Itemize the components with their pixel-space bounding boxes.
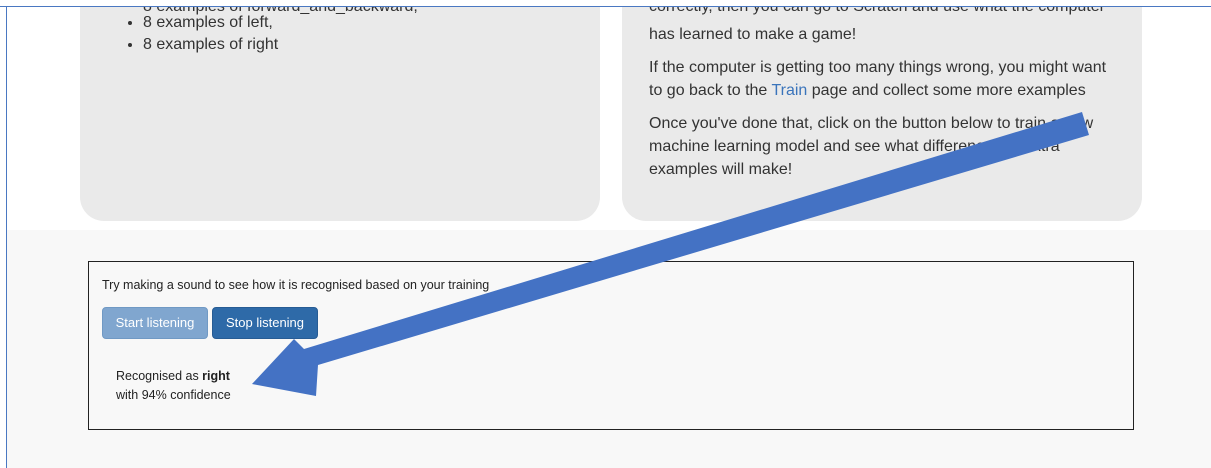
list-item: 8 examples of left, [143, 12, 278, 34]
instructions-card: correctly, then you can go to Scratch an… [622, 7, 1142, 221]
instructions-paragraph-3: Once you've done that, click on the butt… [649, 115, 1094, 178]
train-link[interactable]: Train [771, 82, 807, 99]
result-prefix: Recognised as [116, 369, 203, 383]
examples-list: 8 examples of left, 8 examples of right [80, 12, 278, 56]
test-prompt: Try making a sound to see how it is reco… [102, 278, 490, 292]
stop-listening-button[interactable]: Stop listening [212, 307, 318, 339]
list-item: 8 examples of right [143, 34, 278, 56]
start-listening-button[interactable]: Start listening [102, 307, 208, 339]
training-summary-card: 8 examples of forward_and_backward, 8 ex… [80, 7, 600, 221]
instructions-text: has learned to make a game! If the compu… [649, 23, 1119, 181]
result-line: Recognised as right [116, 367, 231, 386]
page: 8 examples of forward_and_backward, 8 ex… [7, 7, 1211, 468]
sound-test-panel: Try making a sound to see how it is reco… [88, 261, 1134, 430]
instructions-paragraph-2: If the computer is getting too many thin… [649, 56, 1119, 102]
recognition-result: Recognised as right with 94% confidence [116, 367, 231, 405]
cut-off-text: correctly, then you can go to Scratch an… [649, 7, 1105, 18]
paragraph-text: page and collect some more examples [807, 82, 1086, 99]
confidence-text: with 94% confidence [116, 388, 231, 402]
result-label: right [202, 369, 230, 383]
instructions-paragraph-1: has learned to make a game! [649, 26, 857, 43]
